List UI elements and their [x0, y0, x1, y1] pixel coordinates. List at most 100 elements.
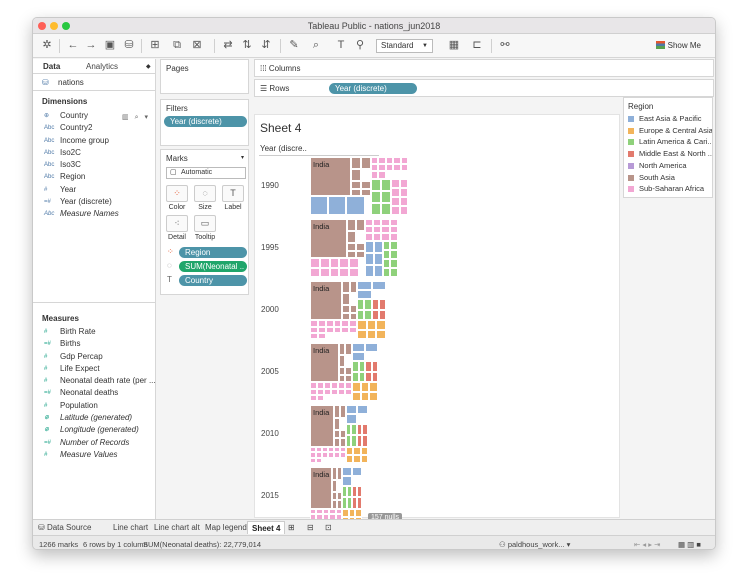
treemap-mark[interactable] [390, 240, 398, 250]
treemap-mark[interactable] [373, 240, 383, 253]
treemap-mark[interactable] [369, 391, 378, 401]
treemap-mark[interactable] [352, 467, 362, 477]
legend-item[interactable]: South Asia [628, 173, 712, 182]
treemap-mark[interactable] [378, 171, 386, 179]
treemap-mark[interactable] [373, 264, 383, 277]
treemap-mark[interactable] [342, 281, 350, 293]
legend-item[interactable]: Latin America & Cari.. [628, 137, 712, 146]
treemap-mark[interactable] [393, 164, 401, 172]
treemap-mark[interactable] [381, 202, 392, 215]
treemap-mark[interactable] [355, 250, 365, 259]
treemap-mark[interactable] [365, 343, 378, 352]
measure-field[interactable]: # Measure Values [33, 449, 155, 461]
treemap-mark[interactable] [391, 187, 400, 197]
filters-card[interactable]: Filters Year (discrete) [160, 99, 249, 146]
treemap-mark[interactable] [347, 230, 356, 243]
tab-data[interactable]: Data [43, 62, 60, 71]
treemap-mark[interactable] [370, 157, 379, 165]
treemap-mark[interactable] [331, 479, 338, 493]
new-worksheet-icon[interactable]: ⊞ [148, 38, 162, 53]
treemap-mark[interactable] [310, 267, 320, 277]
undo-icon[interactable]: ← [66, 38, 80, 53]
treemap-mark[interactable] [389, 219, 398, 227]
dimension-field[interactable]: Abc Iso2C [33, 147, 155, 159]
measure-field[interactable]: # Population [33, 400, 155, 412]
treemap-mark[interactable] [362, 435, 368, 447]
treemap-mark[interactable] [349, 304, 358, 313]
treemap-mark[interactable] [351, 188, 362, 197]
treemap-mark[interactable] [345, 405, 357, 415]
legend-item[interactable]: Sub-Saharan Africa [628, 184, 712, 193]
highlight-icon[interactable]: ✎ [287, 38, 301, 53]
size-button[interactable]: ◌ Size [194, 185, 216, 211]
dimension-field[interactable]: ⊕ Country [33, 110, 155, 122]
treemap-mark[interactable] [382, 267, 391, 277]
treemap-mark[interactable] [345, 388, 353, 395]
treemap-mark[interactable] [357, 329, 367, 339]
tab-data-source[interactable]: ⛁ Data Source [38, 523, 91, 532]
treemap-mark[interactable] [391, 205, 400, 215]
treemap-mark[interactable] [390, 258, 398, 268]
treemap-mark[interactable] [310, 332, 318, 339]
tab-line-chart[interactable]: Line chart [113, 523, 148, 532]
treemap-mark[interactable] [370, 178, 381, 191]
treemap-mark[interactable] [360, 391, 370, 401]
treemap-mark[interactable] [328, 196, 347, 215]
treemap-mark[interactable] [371, 298, 379, 310]
treemap-mark[interactable] [376, 329, 386, 339]
treemap-mark[interactable] [349, 258, 360, 268]
new-story-icon[interactable]: ⊡ [325, 523, 332, 532]
treemap-mark[interactable] [381, 226, 390, 234]
treemap-mark[interactable] [342, 304, 350, 313]
treemap-mark[interactable] [364, 226, 373, 234]
year-label[interactable]: 2000 [261, 305, 279, 314]
rows-pill-year[interactable]: Year (discrete) [329, 83, 417, 94]
treemap-mark[interactable] [389, 226, 398, 234]
treemap-mark[interactable] [352, 382, 361, 392]
tab-map-legend[interactable]: Map legend [205, 523, 247, 532]
treemap-mark[interactable] [362, 423, 368, 436]
treemap-mark[interactable] [378, 157, 386, 165]
sheet-nav-controls[interactable]: ⇤ ◂ ▸ ⇥ [634, 540, 660, 549]
dimension-field[interactable]: # Year [33, 184, 155, 196]
treemap-mark[interactable] [342, 292, 350, 305]
treemap-mark[interactable] [371, 360, 378, 372]
treemap-mark[interactable] [345, 446, 354, 455]
mark-type-select[interactable]: ▢ Automatic [166, 167, 246, 179]
treemap-mark[interactable] [376, 320, 386, 330]
treemap-mark[interactable] [357, 485, 362, 498]
treemap-mark[interactable] [345, 366, 353, 375]
dimension-field[interactable]: =# Year (discrete) [33, 196, 155, 208]
treemap-mark[interactable] [342, 508, 349, 517]
tab-line-chart-alt[interactable]: Line chart alt [154, 523, 200, 532]
treemap-mark[interactable] [366, 320, 377, 330]
measure-field[interactable]: =# Births [33, 338, 155, 350]
treemap-mark[interactable] [353, 454, 361, 463]
treemap-mark[interactable] [315, 457, 322, 463]
treemap-mark[interactable] [399, 187, 408, 197]
detail-button[interactable]: ⁖ Detail [166, 215, 188, 241]
tooltip-button[interactable]: ▭ Tooltip [194, 215, 216, 241]
treemap-mark[interactable] [357, 289, 372, 299]
presentation-mode-icon[interactable]: ⊏ [470, 38, 484, 53]
fit-select[interactable]: Standard ▼ [376, 39, 433, 53]
dimension-field[interactable]: Abc Region [33, 171, 155, 183]
treemap-mark[interactable] [370, 164, 379, 172]
measure-field[interactable]: # Neonatal death rate (per ... [33, 375, 155, 387]
treemap-mark[interactable] [347, 250, 356, 259]
region-pill[interactable]: Region [179, 247, 247, 258]
share-icon[interactable]: ⚯ [498, 38, 512, 53]
treemap-mark[interactable] [347, 242, 356, 251]
tableau-logo-icon[interactable]: ✲ [40, 38, 54, 53]
measure-field[interactable]: =# Number of Records [33, 437, 155, 449]
treemap-mark[interactable] [352, 391, 361, 401]
treemap-mark[interactable] [391, 178, 400, 188]
treemap-mark[interactable] [319, 267, 330, 277]
rows-shelf[interactable]: ☰ Rows Year (discrete) [254, 79, 714, 97]
treemap-mark[interactable] [334, 417, 341, 431]
treemap-mark[interactable] [345, 454, 354, 463]
treemap-mark[interactable] [378, 164, 386, 172]
legend-item[interactable]: North America [628, 161, 712, 170]
treemap-mark[interactable] [361, 157, 371, 169]
treemap-mark[interactable] [317, 332, 326, 339]
